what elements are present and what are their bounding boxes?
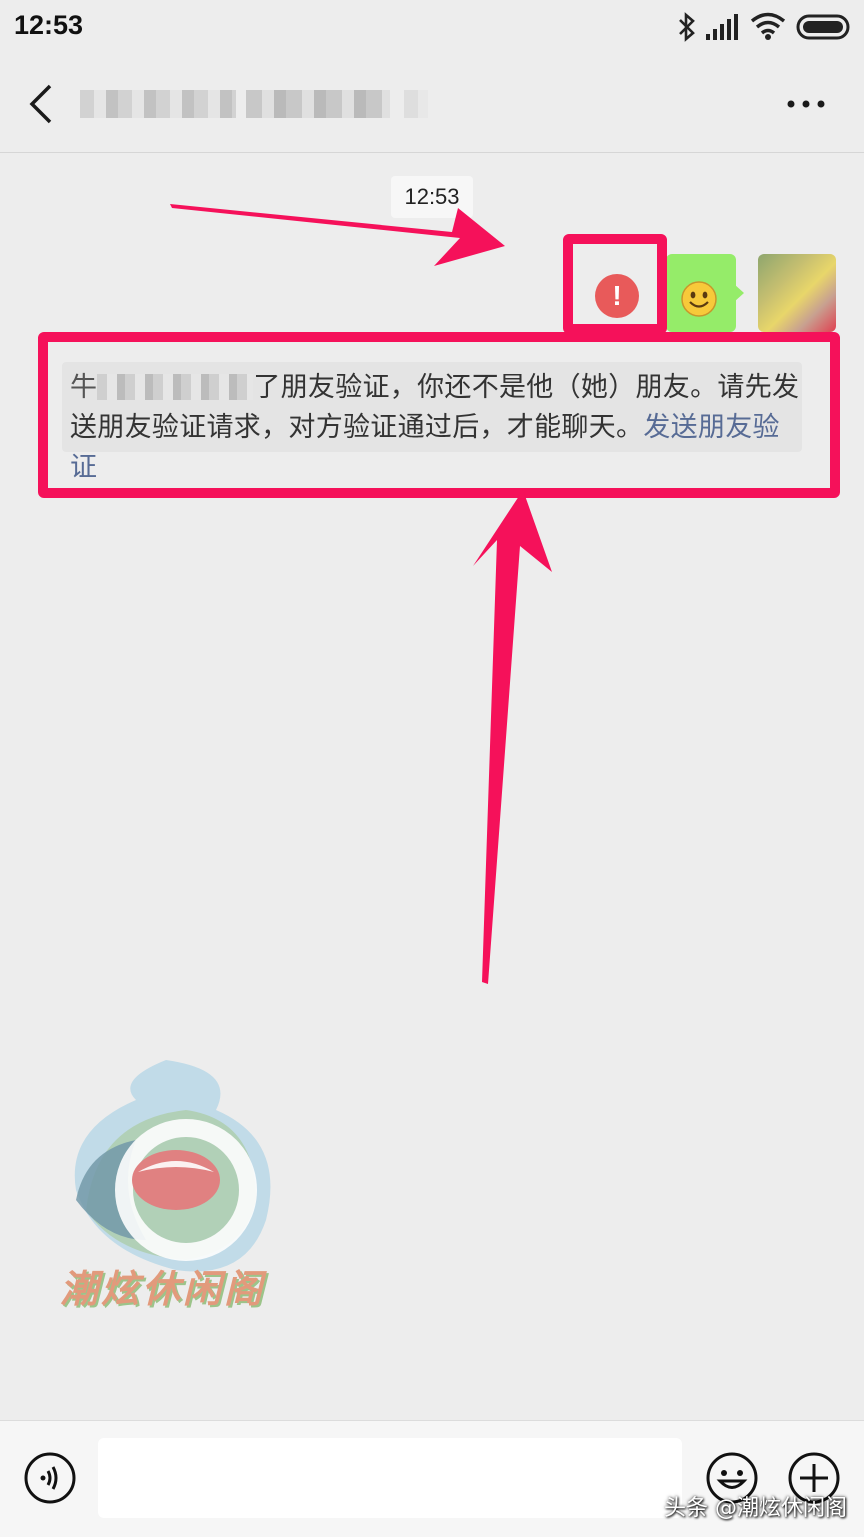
message-timestamp: 12:53	[391, 176, 473, 218]
wifi-icon	[750, 12, 786, 40]
chat-title-blurred	[80, 90, 236, 118]
watermark-text: 潮炫休闲阁	[60, 1267, 266, 1311]
more-icon[interactable]	[786, 98, 826, 110]
annotation-box-notice	[38, 332, 840, 498]
smile-emoji-icon	[681, 281, 717, 317]
chat-title-blurred-2	[246, 90, 390, 118]
voice-input-icon[interactable]	[24, 1452, 76, 1504]
source-credit: 头条 @潮炫休闲阁	[664, 1496, 847, 1521]
chat-header	[0, 56, 864, 153]
bluetooth-icon	[679, 12, 695, 42]
battery-icon	[796, 14, 850, 40]
status-time: 12:53	[14, 10, 84, 40]
avatar[interactable]	[758, 254, 836, 332]
bubble-tail	[734, 284, 744, 302]
annotation-arrow-bottom	[473, 490, 552, 984]
signal-icon	[706, 14, 738, 40]
chat-title-blurred-3	[404, 90, 428, 118]
message-input[interactable]	[98, 1438, 682, 1518]
annotation-box-error	[563, 234, 667, 334]
back-arrow-icon[interactable]	[24, 84, 60, 124]
